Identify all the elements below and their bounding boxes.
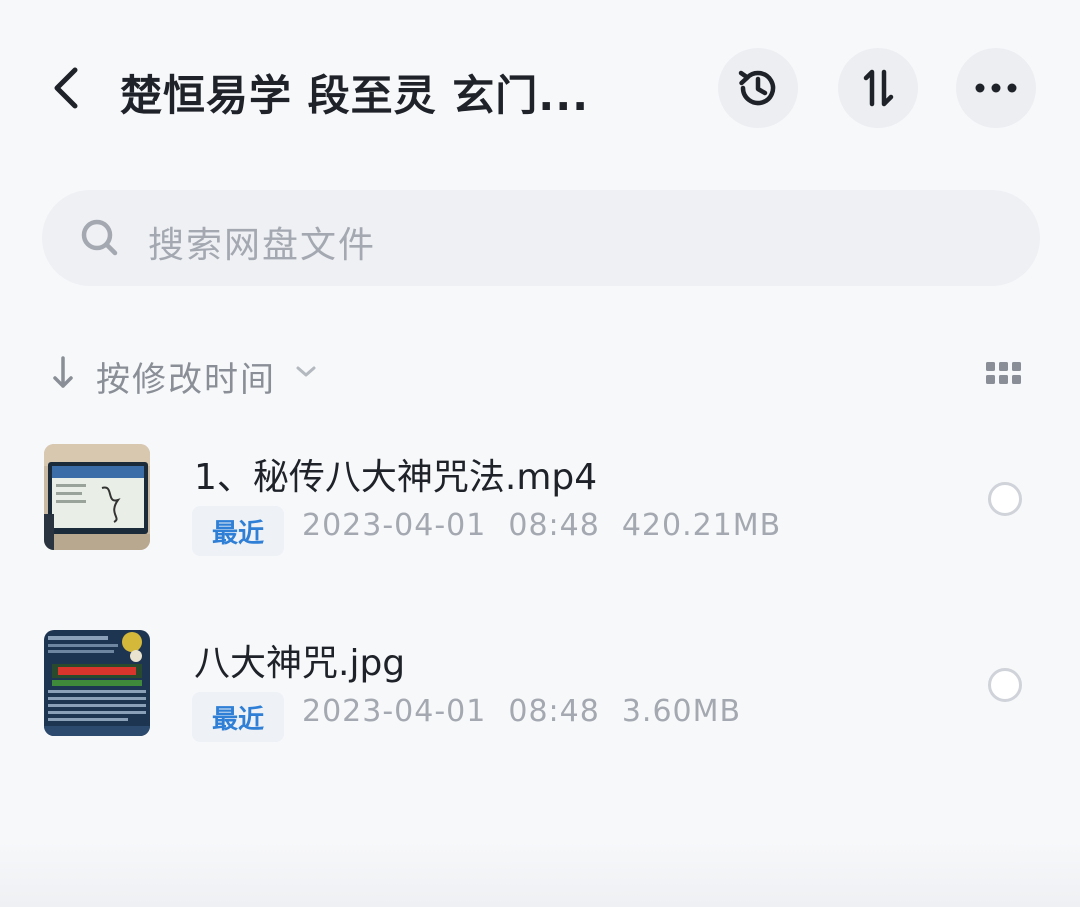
recent-badge: 最近 (192, 506, 284, 556)
arrow-down-icon (53, 356, 73, 388)
history-icon (738, 70, 776, 106)
image-thumbnail (44, 630, 150, 736)
grid-view-icon[interactable] (986, 362, 1022, 386)
file-meta: 2023-04-01 08:48 3.60MB (302, 694, 763, 729)
file-name: 1、秘传八大神咒法.mp4 (194, 457, 598, 498)
search-placeholder: 搜索网盘文件 (148, 225, 377, 266)
file-time: 08:48 (508, 694, 600, 729)
select-checkbox[interactable] (988, 668, 1022, 702)
file-list-item[interactable]: 1、秘传八大神咒法.mp4 最近 2023-04-01 08:48 420.21MB (0, 444, 1080, 564)
search-input[interactable]: 搜索网盘文件 (42, 190, 1040, 286)
file-date: 2023-04-01 (302, 694, 487, 729)
search-icon (81, 219, 118, 256)
file-list-item[interactable]: 八大神咒.jpg 最近 2023-04-01 08:48 3.60MB (0, 630, 1080, 750)
top-bar: 楚恒易学 段至灵 玄门... (0, 40, 1080, 136)
sort-button[interactable] (838, 48, 918, 128)
more-button[interactable] (956, 48, 1036, 128)
sort-bar: 按修改时间 (0, 340, 1080, 410)
video-thumbnail (44, 444, 150, 550)
sort-toggle-icon (863, 69, 894, 107)
file-browser-page: 楚恒易学 段至灵 玄门... 搜索网盘文件 按修改时间 1、秘传八大神咒法.mp… (0, 0, 1080, 907)
chevron-down-icon[interactable] (294, 364, 318, 380)
file-date: 2023-04-01 (302, 508, 487, 543)
more-icon (975, 83, 1017, 93)
page-title: 楚恒易学 段至灵 玄门... (120, 71, 590, 120)
file-size: 420.21MB (621, 508, 782, 543)
back-button[interactable] (44, 62, 88, 114)
history-button[interactable] (718, 48, 798, 128)
file-size: 3.60MB (621, 694, 742, 729)
recent-badge: 最近 (192, 692, 284, 742)
file-time: 08:48 (508, 508, 600, 543)
select-checkbox[interactable] (988, 482, 1022, 516)
file-name: 八大神咒.jpg (194, 643, 406, 684)
sort-order-dropdown[interactable]: 按修改时间 (96, 352, 276, 401)
file-meta: 2023-04-01 08:48 420.21MB (302, 508, 803, 543)
chevron-left-icon (54, 67, 78, 109)
bottom-bar-edge (0, 840, 1080, 907)
